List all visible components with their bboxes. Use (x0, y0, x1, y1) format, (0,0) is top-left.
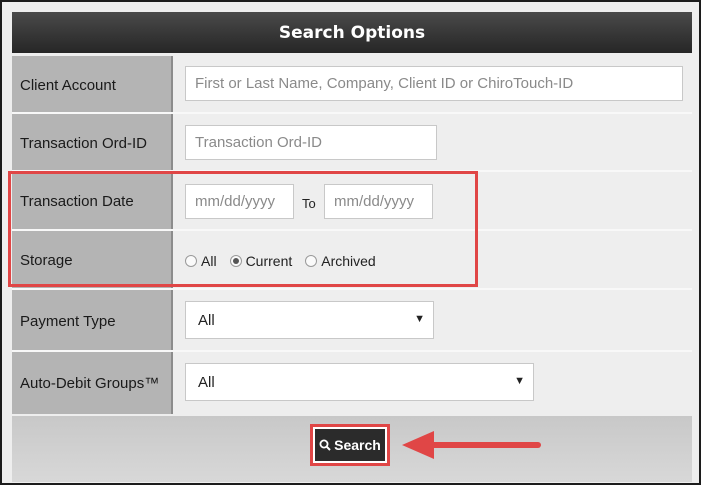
payment-type-row: Payment Type All ▼ (12, 290, 692, 352)
transaction-ord-id-input[interactable] (185, 125, 437, 160)
payment-type-select[interactable]: All ▼ (185, 301, 434, 339)
search-button[interactable]: Search (315, 429, 385, 461)
dropdown-arrow-icon[interactable]: ▼ (514, 375, 525, 387)
transaction-ord-id-label: Transaction Ord-ID (12, 114, 173, 172)
panel-title: Search Options (12, 12, 692, 53)
transaction-ord-id-row: Transaction Ord-ID (12, 114, 692, 172)
client-account-row: Client Account (12, 56, 692, 114)
auto-debit-groups-label: Auto-Debit Groups™ (12, 352, 173, 414)
magnifier-icon (319, 439, 331, 451)
client-account-label: Client Account (12, 56, 173, 114)
auto-debit-groups-row: Auto-Debit Groups™ All ▼ (12, 352, 692, 414)
payment-type-label: Payment Type (12, 290, 173, 352)
dropdown-arrow-icon[interactable]: ▼ (414, 313, 425, 325)
payment-type-selected-value: All (198, 311, 215, 329)
search-button-label: Search (334, 437, 381, 453)
auto-debit-groups-select[interactable]: All ▼ (185, 363, 534, 401)
date-storage-highlight-box (8, 171, 478, 287)
pointer-arrow-icon (402, 431, 541, 459)
client-account-input[interactable] (185, 66, 683, 101)
auto-debit-groups-selected-value: All (198, 373, 215, 391)
